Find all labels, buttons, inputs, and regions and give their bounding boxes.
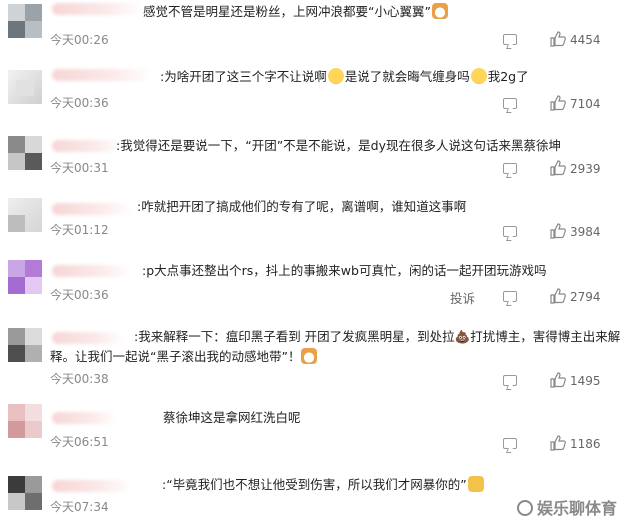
comment-time: 今天00:38 (50, 372, 109, 386)
cat-emoji-icon (431, 3, 448, 19)
comment-item: :为啥开团了这三个字不让说啊 是说了就会晦气缠身吗 我2g了 今天00:36 710… (0, 62, 625, 122)
comment-text: :我觉得还是要说一下，“开团”不是不能说，是dy现在很多人说这句话来黑蔡徐坤 (116, 138, 561, 153)
username-blurred[interactable] (52, 69, 152, 81)
username-blurred[interactable] (52, 332, 124, 344)
comment-text: :咋就把开团了搞成他们的专有了呢，离谱啊，谁知道这事啊 (137, 199, 467, 214)
comment-item: 感觉不管是明星还是粉丝，上网冲浪都要“小心翼翼” 今天00:26 4454 (0, 0, 625, 55)
username-blurred[interactable] (52, 412, 117, 424)
avatar[interactable] (8, 198, 42, 232)
report-button[interactable]: 投诉 (450, 288, 475, 307)
comment-text: :“毕竟我们也不想让他受到伤害，所以我们才网暴你的” (162, 475, 485, 494)
thinking-emoji-icon (327, 68, 344, 84)
comment-item: :咋就把开团了搞成他们的专有了呢，离谱啊，谁知道这事啊 今天01:12 3984 (0, 192, 625, 252)
username-blurred[interactable] (52, 140, 122, 152)
comment-text: 蔡徐坤这是拿网红洗白呢 (163, 410, 301, 425)
comment-item: :我觉得还是要说一下，“开团”不是不能说，是dy现在很多人说这句话来黑蔡徐坤 今… (0, 128, 625, 188)
comment-text: :我来解释一下：瘟印黑子看到 开团了发疯黑明星，到处拉💩打扰博主，害得博主出来解 (134, 329, 621, 344)
thumbs-up-icon[interactable] (550, 372, 566, 388)
comment-text-continued: 释。让我们一起说“黑子滚出我的动感地带”！ (50, 347, 318, 366)
thumbs-up-icon[interactable] (550, 288, 566, 304)
reply-icon[interactable] (503, 291, 517, 302)
thumbs-up-icon[interactable] (550, 160, 566, 176)
watermark-logo-icon (516, 500, 533, 516)
like-count: 3984 (570, 225, 601, 239)
thumbs-up-emoji-icon (467, 476, 484, 492)
reply-icon[interactable] (503, 375, 517, 386)
thumbs-up-icon[interactable] (550, 223, 566, 239)
thinking-emoji-icon (470, 68, 487, 84)
comment-text: 感觉不管是明星还是粉丝，上网冲浪都要“小心翼翼” (143, 2, 449, 21)
comment-text: :为啥开团了这三个字不让说啊 是说了就会晦气缠身吗 我2g了 (160, 68, 529, 84)
avatar[interactable] (8, 260, 42, 294)
cat-emoji-icon (301, 348, 318, 364)
comment-time: 今天00:26 (50, 33, 109, 47)
avatar[interactable] (8, 476, 42, 510)
comment-time: 今天00:36 (50, 288, 109, 302)
avatar[interactable] (8, 328, 42, 362)
comment-item: 蔡徐坤这是拿网红洗白呢 今天06:51 1186 (0, 402, 625, 462)
reply-icon[interactable] (503, 34, 517, 45)
avatar[interactable] (8, 136, 42, 170)
like-count: 1495 (570, 374, 601, 388)
reply-icon[interactable] (503, 438, 517, 449)
reply-icon[interactable] (503, 98, 517, 109)
like-count: 2794 (570, 290, 601, 304)
comment-time: 今天00:36 (50, 96, 109, 110)
comment-item: :p大点事还整出个rs，抖上的事搬来wb可真忙，闲的话一起开团玩游戏吗 今天00… (0, 256, 625, 316)
comment-time: 今天01:12 (50, 223, 109, 237)
username-blurred[interactable] (52, 3, 142, 15)
avatar[interactable] (8, 70, 42, 104)
thumbs-up-icon[interactable] (550, 31, 566, 47)
comment-item: :我来解释一下：瘟印黑子看到 开团了发疯黑明星，到处拉💩打扰博主，害得博主出来解… (0, 322, 625, 397)
username-blurred[interactable] (52, 265, 132, 277)
reply-icon[interactable] (503, 226, 517, 237)
comment-time: 今天06:51 (50, 435, 109, 449)
thumbs-up-icon[interactable] (550, 95, 566, 111)
comment-text: :p大点事还整出个rs，抖上的事搬来wb可真忙，闲的话一起开团玩游戏吗 (142, 263, 547, 278)
reply-icon[interactable] (503, 163, 517, 174)
comment-time: 今天00:31 (50, 161, 109, 175)
like-count: 4454 (570, 33, 601, 47)
like-count: 7104 (570, 97, 601, 111)
like-count: 1186 (570, 437, 601, 451)
comment-time: 今天07:34 (50, 500, 109, 514)
username-blurred[interactable] (52, 203, 132, 215)
thumbs-up-icon[interactable] (550, 435, 566, 451)
avatar[interactable] (8, 4, 42, 38)
like-count: 2939 (570, 162, 601, 176)
username-blurred[interactable] (52, 480, 132, 492)
avatar[interactable] (8, 404, 42, 438)
watermark: 娱乐聊体育 (516, 495, 617, 519)
